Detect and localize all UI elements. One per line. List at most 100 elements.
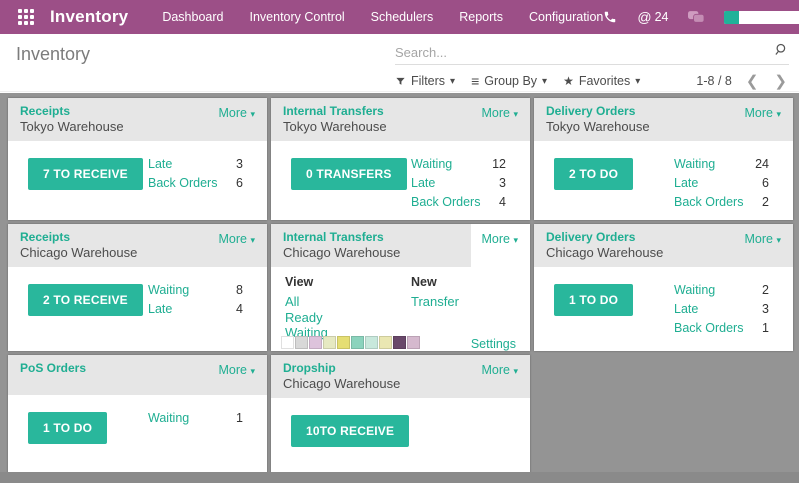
navbar-menu: Dashboard Inventory Control Schedulers Repo… <box>162 10 603 24</box>
card-subtitle: Chicago Warehouse <box>20 245 255 260</box>
color-swatch-8[interactable] <box>393 336 406 349</box>
stat-value: 3 <box>236 155 243 174</box>
menu-item-schedulers[interactable]: Schedulers <box>371 10 434 24</box>
stat-row: Late3 <box>674 300 769 319</box>
color-swatch-7[interactable] <box>379 336 392 349</box>
chat-icon[interactable] <box>688 11 704 24</box>
card-stats: Waiting8Late4 <box>148 281 243 319</box>
stat-label-late[interactable]: Late <box>148 155 172 174</box>
kanban-card-receipts-tokyo-warehouse: ReceiptsTokyo WarehouseMore ▾7 TO RECEIV… <box>8 98 267 220</box>
stat-label-late[interactable]: Late <box>411 174 435 193</box>
stat-row: Back Orders2 <box>674 193 769 212</box>
filters-button[interactable]: Filters ▾ <box>395 74 455 88</box>
card-count-button[interactable]: 2 TO DO <box>554 158 633 190</box>
card-stats: Waiting 1 <box>148 409 243 428</box>
activity-badge[interactable]: @ 24 <box>637 9 668 25</box>
stat-label-late[interactable]: Late <box>148 300 172 319</box>
stat-label-waiting[interactable]: Waiting <box>674 281 715 300</box>
color-swatch-3[interactable] <box>323 336 336 349</box>
view-link-all[interactable]: All <box>285 294 328 310</box>
kanban-card-dropship-chicago-warehouse: DropshipChicago WarehouseMore ▾10TO RECE… <box>271 355 530 477</box>
card-count-button[interactable]: 2 TO RECEIVE <box>28 284 143 316</box>
caret-down-icon: ▾ <box>450 76 455 87</box>
color-swatch-1[interactable] <box>295 336 308 349</box>
pager-prev-icon[interactable]: ❮ <box>746 72 759 90</box>
stat-label-late[interactable]: Late <box>674 174 698 193</box>
group-by-button[interactable]: ≡ Group By ▾ <box>471 73 547 89</box>
stat-value: 1 <box>236 409 243 428</box>
stat-label-back-orders[interactable]: Back Orders <box>674 319 743 338</box>
progress-bar-fill <box>724 11 739 24</box>
stat-value: 6 <box>236 174 243 193</box>
card-count-button[interactable]: 0 TRANSFERS <box>291 158 407 190</box>
stat-value: 1 <box>762 319 769 338</box>
color-swatch-4[interactable] <box>337 336 350 349</box>
at-icon: @ <box>637 9 651 25</box>
card-count-button[interactable]: 1 TO DO <box>554 284 633 316</box>
card-body: 2 TO RECEIVEWaiting8Late4 <box>8 267 267 354</box>
more-button[interactable]: More ▾ <box>482 106 519 120</box>
favorites-button[interactable]: ★ Favorites ▾ <box>563 74 640 88</box>
app-brand-title[interactable]: Inventory <box>50 7 128 27</box>
caret-down-icon: ▾ <box>776 235 781 245</box>
search-icon[interactable] <box>774 42 789 62</box>
kanban-card-receipts-chicago-warehouse: ReceiptsChicago WarehouseMore ▾2 TO RECE… <box>8 224 267 351</box>
stat-label-back-orders[interactable]: Back Orders <box>411 193 480 212</box>
more-button[interactable]: More ▾ <box>219 232 256 246</box>
menu-item-inventory-control[interactable]: Inventory Control <box>249 10 344 24</box>
more-button[interactable]: More ▾ <box>482 363 519 377</box>
pager-next-icon[interactable]: ❯ <box>774 72 787 90</box>
more-button[interactable]: More ▾ <box>745 232 782 246</box>
card-body: 2 TO DO Waiting24Late6Back Orders2 <box>534 141 793 223</box>
card-body: 7 TO RECEIVE Late 3 Back Orders 6 <box>8 141 267 223</box>
card-body: 1 TO DO Waiting 1 <box>8 395 267 477</box>
caret-down-icon: ▾ <box>542 76 547 87</box>
caret-down-icon: ▾ <box>250 366 255 376</box>
search-input[interactable] <box>395 40 774 64</box>
more-button[interactable]: More ▾ <box>219 363 256 377</box>
more-button[interactable]: More ▾ <box>219 106 256 120</box>
filter-toolbar: Filters ▾ ≡ Group By ▾ ★ Favorites ▾ 1-8… <box>395 72 787 90</box>
search-box <box>395 40 789 65</box>
view-link-ready[interactable]: Ready <box>285 310 328 326</box>
caret-down-icon: ▾ <box>513 235 518 245</box>
new-link-transfer[interactable]: Transfer <box>411 294 459 310</box>
card-stats: Waiting24Late6Back Orders2 <box>674 155 769 212</box>
color-swatch-6[interactable] <box>365 336 378 349</box>
card-count-button[interactable]: 1 TO DO <box>28 412 107 444</box>
color-swatch-5[interactable] <box>351 336 364 349</box>
card-stats: Waiting2Late3Back Orders1 <box>674 281 769 338</box>
stat-label-waiting[interactable]: Waiting <box>148 281 189 300</box>
more-button[interactable]: More ▾ <box>482 232 519 246</box>
stat-row: Waiting24 <box>674 155 769 174</box>
apps-grid-icon[interactable] <box>18 9 34 26</box>
stat-label-back-orders[interactable]: Back Orders <box>148 174 217 193</box>
card-count-button[interactable]: 10TO RECEIVE <box>291 415 409 447</box>
color-swatch-0[interactable] <box>281 336 294 349</box>
caret-down-icon: ▾ <box>250 109 255 119</box>
stat-label-waiting[interactable]: Waiting <box>148 409 189 428</box>
stat-label-late[interactable]: Late <box>674 300 698 319</box>
kanban-card-delivery-orders-tokyo-warehouse: Delivery OrdersTokyo WarehouseMore ▾2 TO… <box>534 98 793 220</box>
kanban-card-delivery-orders-chicago-warehouse: Delivery OrdersChicago WarehouseMore ▾1 … <box>534 224 793 351</box>
color-swatch-2[interactable] <box>309 336 322 349</box>
stat-label-back-orders[interactable]: Back Orders <box>674 193 743 212</box>
phone-icon[interactable] <box>603 10 617 24</box>
card-count-button[interactable]: 7 TO RECEIVE <box>28 158 143 190</box>
view-heading: View <box>285 275 328 289</box>
menu-item-configuration[interactable]: Configuration <box>529 10 603 24</box>
more-button[interactable]: More ▾ <box>745 106 782 120</box>
progress-bar[interactable] <box>724 11 799 24</box>
stat-value: 3 <box>499 174 506 193</box>
color-swatch-9[interactable] <box>407 336 420 349</box>
menu-item-reports[interactable]: Reports <box>459 10 503 24</box>
settings-link[interactable]: Settings <box>471 337 516 351</box>
stat-label-waiting[interactable]: Waiting <box>674 155 715 174</box>
card-title[interactable]: Internal Transfers <box>283 230 459 244</box>
stat-row: Late6 <box>674 174 769 193</box>
stat-row: Back Orders 1 <box>674 319 769 338</box>
card-body: 10TO RECEIVE <box>271 398 530 480</box>
menu-item-dashboard[interactable]: Dashboard <box>162 10 223 24</box>
stat-label-waiting[interactable]: Waiting <box>411 155 452 174</box>
card-subtitle: Chicago Warehouse <box>283 245 459 260</box>
